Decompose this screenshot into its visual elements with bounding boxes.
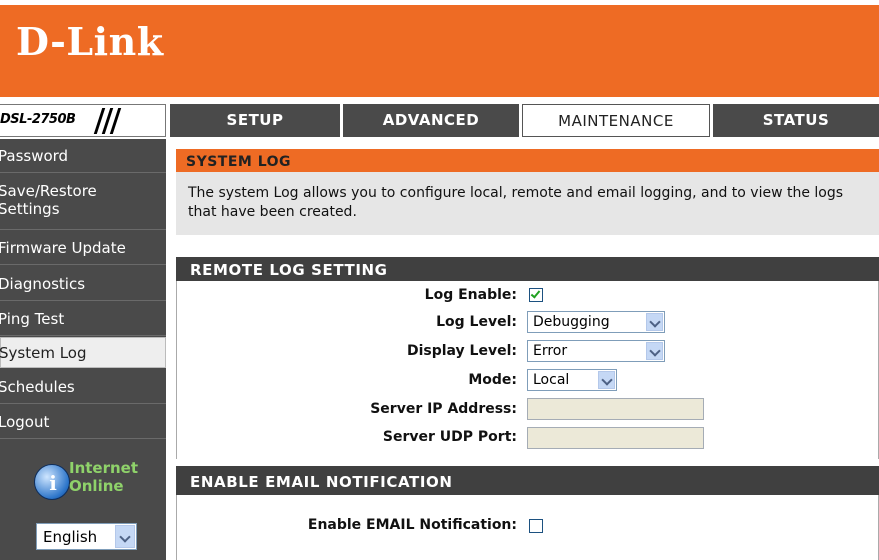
model-name: DSL-2750B [0, 112, 76, 127]
brand-logo: D-Link [16, 19, 164, 64]
sidebar-item-diagnostics[interactable]: Diagnostics [0, 266, 166, 301]
intro-text: The system Log allows you to configure l… [176, 172, 879, 235]
email-notification-panel: Enable EMAIL Notification: [176, 495, 879, 560]
chevron-down-icon[interactable] [646, 342, 663, 360]
log-enable-checkbox[interactable] [529, 288, 543, 302]
remote-log-heading: REMOTE LOG SETTING [176, 257, 879, 281]
router-admin-page: D-Link DSL-2750B SETUP ADVANCED MAINTENA… [0, 0, 879, 560]
info-globe-icon: i [34, 464, 70, 500]
sidebar-item-system-log[interactable]: System Log [0, 337, 166, 368]
mode-label: Mode: [468, 372, 517, 388]
sidebar-item-password[interactable]: Password [0, 139, 166, 173]
server-ip-input[interactable] [527, 398, 704, 420]
section-title: SYSTEM LOG [176, 149, 879, 172]
display-level-value: Error [533, 343, 568, 359]
tab-setup[interactable]: SETUP [170, 104, 340, 137]
tab-advanced[interactable]: ADVANCED [343, 104, 519, 137]
internet-status-value: Online [69, 477, 124, 495]
top-tab-bar: SETUP ADVANCED MAINTENANCE STATUS [170, 104, 879, 137]
internet-status: i Internet Online [20, 457, 160, 507]
sidebar-item-label: Schedules [0, 378, 75, 396]
server-ip-label: Server IP Address: [370, 401, 517, 417]
sidebar-item-save-restore[interactable]: Save/Restore Settings [0, 174, 166, 230]
tab-maintenance[interactable]: MAINTENANCE [522, 104, 710, 137]
server-port-label: Server UDP Port: [382, 429, 517, 445]
sidebar-item-schedules[interactable]: Schedules [0, 369, 166, 404]
mode-value: Local [533, 372, 570, 388]
server-port-input[interactable] [527, 427, 704, 449]
tab-status[interactable]: STATUS [713, 104, 879, 137]
language-selected-value: English [43, 528, 98, 546]
sidebar-item-label: Password [0, 147, 69, 165]
log-level-value: Debugging [533, 314, 610, 330]
sidebar-item-ping-test[interactable]: Ping Test [0, 302, 166, 336]
sidebar-item-label: Settings [0, 200, 60, 218]
main-content: SYSTEM LOG The system Log allows you to … [170, 139, 879, 560]
sidebar-item-logout[interactable]: Logout [0, 405, 166, 439]
sidebar-item-label: Firmware Update [0, 239, 126, 257]
header-banner: D-Link [0, 5, 879, 97]
display-level-select[interactable]: Error [527, 340, 665, 362]
chevron-down-icon[interactable] [646, 313, 663, 331]
sidebar-item-label: Ping Test [0, 310, 65, 328]
log-level-label: Log Level: [436, 314, 517, 330]
chevron-down-icon[interactable] [115, 525, 135, 548]
model-badge: DSL-2750B [0, 104, 166, 137]
display-level-label: Display Level: [406, 343, 517, 359]
remote-log-panel: Log Enable: Log Level: Debugging Display… [176, 281, 879, 459]
log-enable-label: Log Enable: [424, 287, 517, 303]
email-enable-checkbox[interactable] [529, 519, 543, 533]
language-select[interactable]: English [36, 523, 137, 550]
checkmark-icon [530, 288, 541, 299]
mode-select[interactable]: Local [527, 369, 617, 391]
sidebar-item-label: Diagnostics [0, 275, 86, 293]
email-notification-heading: ENABLE EMAIL NOTIFICATION [176, 466, 879, 495]
chevron-down-icon[interactable] [598, 371, 615, 389]
sidebar-item-label: Logout [0, 413, 50, 431]
sidebar-item-firmware-update[interactable]: Firmware Update [0, 231, 166, 265]
sidebar-item-label: System Log [0, 344, 87, 362]
sidebar-item-label: Save/Restore [0, 182, 97, 200]
internet-status-label: Internet [69, 459, 139, 477]
sidebar: Password Save/Restore Settings Firmware … [0, 139, 166, 560]
log-level-select[interactable]: Debugging [527, 311, 665, 333]
email-enable-label: Enable EMAIL Notification: [307, 517, 517, 533]
